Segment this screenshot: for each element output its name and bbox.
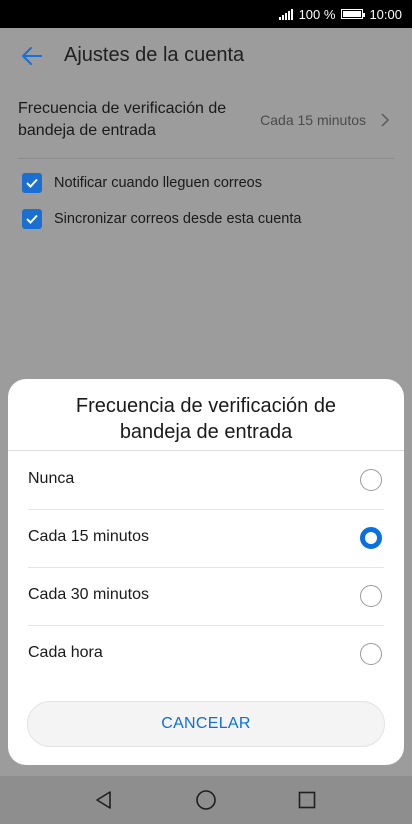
app-bar: Ajustes de la cuenta — [0, 28, 412, 84]
cancel-button[interactable]: CANCELAR — [27, 701, 385, 747]
option-label: Cada 15 minutos — [28, 528, 149, 545]
option-label: Cada 30 minutos — [28, 586, 149, 603]
checkmark-icon — [26, 214, 38, 224]
frequency-setting-value: Cada 15 minutos — [260, 112, 366, 128]
back-arrow-icon[interactable] — [20, 44, 44, 68]
radio-button[interactable] — [360, 469, 382, 491]
option-cada-30-minutos[interactable]: Cada 30 minutos — [8, 567, 404, 625]
radio-button[interactable] — [360, 585, 382, 607]
checkmark-icon — [26, 178, 38, 188]
chevron-right-icon — [381, 113, 390, 127]
signal-icon — [278, 8, 293, 20]
radio-button[interactable] — [360, 643, 382, 665]
frequency-setting-label: Frecuencia de verificación de bandeja de… — [18, 100, 227, 139]
status-bar: 100 % 10:00 — [0, 0, 412, 28]
clock: 10:00 — [369, 6, 402, 22]
battery-percent: 100 % — [298, 6, 336, 22]
nav-back-icon[interactable] — [93, 789, 115, 811]
frequency-dialog: Frecuencia de verificación de bandeja de… — [8, 379, 404, 765]
option-label: Nunca — [28, 470, 75, 487]
nav-home-icon[interactable] — [195, 789, 217, 811]
dialog-title: Frecuencia de verificación de bandeja de… — [8, 393, 404, 445]
frequency-setting[interactable]: Frecuencia de verificación de bandeja de… — [18, 98, 394, 156]
page-title: Ajustes de la cuenta — [64, 44, 245, 66]
navigation-bar — [0, 776, 412, 824]
option-cada-15-minutos[interactable]: Cada 15 minutos — [8, 509, 404, 567]
sync-label: Sincronizar correos desde esta cuenta — [54, 211, 302, 227]
notify-label: Notificar cuando lleguen correos — [54, 175, 262, 191]
dialog-title-text: Frecuencia de verificación de bandeja de… — [75, 395, 337, 443]
sync-setting[interactable]: Sincronizar correos desde esta cuenta — [22, 208, 301, 230]
option-cada-hora[interactable]: Cada hora — [8, 625, 404, 683]
nav-recent-apps-icon[interactable] — [298, 791, 316, 809]
radio-button[interactable] — [360, 527, 382, 549]
notify-setting[interactable]: Notificar cuando lleguen correos — [22, 172, 262, 194]
notify-checkbox[interactable] — [22, 173, 42, 193]
sync-checkbox[interactable] — [22, 209, 42, 229]
battery-icon — [341, 9, 366, 19]
option-nunca[interactable]: Nunca — [8, 451, 404, 509]
divider — [18, 158, 394, 159]
option-label: Cada hora — [28, 644, 103, 661]
